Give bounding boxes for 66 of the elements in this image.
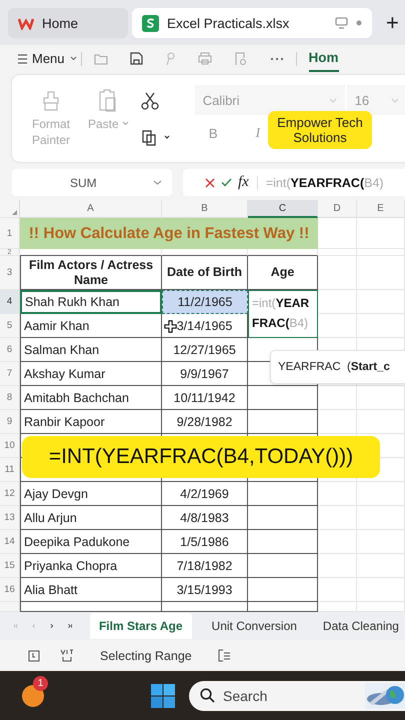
column-header[interactable]: A: [20, 200, 162, 218]
table-cell: Alia Bhatt: [20, 578, 162, 602]
row-number[interactable]: 8: [0, 386, 20, 410]
row-number[interactable]: 12: [0, 482, 20, 506]
window-tab[interactable]: Home: [8, 8, 128, 38]
sheet-title: !! How Calculate Age in Fastest Way !!: [20, 218, 318, 249]
table-cell: 12/27/1965: [162, 338, 248, 362]
bold-button[interactable]: B: [208, 125, 218, 141]
table-cell: 4/2/1969: [162, 482, 248, 506]
status-text: Selecting Range: [100, 648, 192, 662]
table-cell: Akshay Kumar: [20, 362, 162, 386]
table-cell: 10/11/1942: [162, 386, 248, 410]
row-number[interactable]: 3: [0, 256, 20, 290]
table-cell: Shah Rukh Khan: [20, 290, 162, 314]
column-heading: Film Actors / Actress Name: [20, 256, 162, 290]
row-number[interactable]: 5: [0, 314, 20, 338]
insert-function-button[interactable]: fx: [238, 174, 249, 191]
row-number[interactable]: 16: [0, 578, 20, 602]
font-size-dropdown[interactable]: 16: [346, 85, 405, 115]
table-cell: 3/15/1993: [162, 578, 248, 602]
table-cell: 11/2/1965: [162, 290, 248, 314]
row-number[interactable]: 7: [0, 362, 20, 386]
row-number[interactable]: 1: [0, 218, 20, 249]
row-number[interactable]: 13: [0, 506, 20, 530]
table-cell: Ranbir Kapoor: [20, 410, 162, 434]
window-tab[interactable]: Excel Practicals.xlsx: [132, 8, 372, 38]
ribbon-tab[interactable]: Hom: [308, 45, 339, 72]
editing-cell[interactable]: =int(YEARFRAC(B4): [248, 290, 318, 338]
row-number[interactable]: 4: [0, 290, 20, 314]
table-cell: 9/9/1967: [162, 362, 248, 386]
font-dropdown[interactable]: Calibri: [194, 85, 345, 115]
row-number[interactable]: 11: [0, 458, 20, 482]
function-tooltip: YEARFRAC (Start_c: [270, 350, 405, 384]
format-painter-button[interactable]: Format Painter: [26, 90, 76, 148]
row-number[interactable]: 6: [0, 338, 20, 362]
column-header[interactable]: C: [248, 200, 318, 218]
row-number[interactable]: 9: [0, 410, 20, 434]
overlay-label: Empower Tech Solutions: [268, 111, 372, 149]
italic-button[interactable]: I: [256, 125, 260, 141]
row-number[interactable]: 15: [0, 554, 20, 578]
menu-button[interactable]: Menu: [18, 51, 77, 66]
column-header[interactable]: D: [318, 200, 357, 218]
table-cell: Deepika Padukone: [20, 530, 162, 554]
table-cell: Ajay Devgn: [20, 482, 162, 506]
table-cell: Amitabh Bachchan: [20, 386, 162, 410]
table-cell: 1/5/1986: [162, 530, 248, 554]
name-box[interactable]: SUM: [12, 169, 172, 196]
sheet-tab[interactable]: Film Stars Age: [90, 613, 192, 639]
formula-banner: =INT(YEARFRAC(B4,TODAY())): [22, 436, 380, 478]
table-cell: Priyanka Chopra: [20, 554, 162, 578]
new-tab-button[interactable]: +: [386, 10, 399, 36]
sheet-tab[interactable]: Unit Conversion: [206, 613, 303, 639]
table-cell: 9/28/1982: [162, 410, 248, 434]
notification-badge: 1: [33, 676, 48, 690]
sheet-tab[interactable]: Data Cleaning: [316, 613, 405, 639]
table-cell: 4/8/1983: [162, 506, 248, 530]
row-number[interactable]: 10: [0, 434, 20, 458]
table-cell: 7/18/1982: [162, 554, 248, 578]
table-cell: Aamir Khan: [20, 314, 162, 338]
table-cell: Allu Arjun: [20, 506, 162, 530]
table-cell: Salman Khan: [20, 338, 162, 362]
column-header[interactable]: B: [162, 200, 248, 218]
row-number[interactable]: 14: [0, 530, 20, 554]
column-header[interactable]: E: [357, 200, 405, 218]
paste-button[interactable]: Paste: [88, 88, 129, 132]
formula-field[interactable]: fx =int(YEARFRAC(B4): [183, 169, 405, 196]
